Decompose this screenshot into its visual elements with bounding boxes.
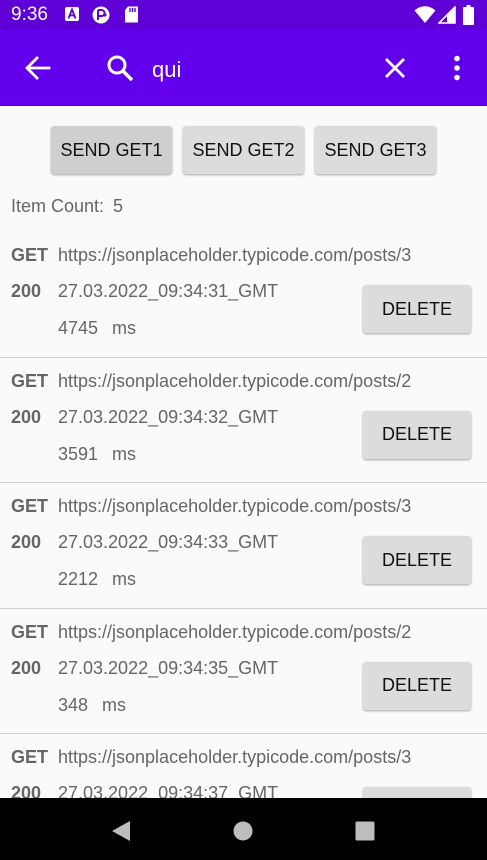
response-status: 200 (11, 783, 42, 798)
duration-unit: ms (112, 318, 136, 338)
request-duration: 348 (58, 694, 89, 715)
request-duration: 4745 (58, 318, 99, 338)
request-method: GET (11, 245, 49, 265)
list-item: GET https://jsonplaceholder.typicode.com… (0, 609, 487, 734)
more-vert-icon[interactable] (452, 55, 462, 81)
duration-unit: ms (102, 694, 126, 715)
navigation-bar (0, 798, 487, 860)
nav-home-icon[interactable] (233, 821, 253, 841)
list-item: GET https://jsonplaceholder.typicode.com… (0, 734, 487, 798)
app-notification-icon (92, 6, 110, 24)
request-url: https://jsonplaceholder.typicode.com/pos… (58, 621, 412, 642)
request-duration: 2212 (58, 569, 99, 589)
clear-icon[interactable] (384, 57, 406, 79)
request-method: GET (11, 370, 49, 391)
request-timestamp: 27.03.2022_09:34:32_GMT (58, 406, 279, 427)
request-list[interactable]: GET https://jsonplaceholder.typicode.com… (0, 232, 487, 798)
request-timestamp: 27.03.2022_09:34:35_GMT (58, 657, 279, 678)
duration-unit: ms (112, 569, 136, 589)
status-bar: 9:36 (0, 0, 487, 30)
sd-card-icon (125, 6, 138, 23)
request-method: GET (11, 621, 49, 642)
request-url: https://jsonplaceholder.typicode.com/pos… (58, 496, 412, 516)
request-url: https://jsonplaceholder.typicode.com/pos… (58, 747, 412, 767)
delete-button[interactable]: DELETE (363, 285, 471, 333)
nav-back-icon[interactable] (110, 820, 132, 842)
item-count: Item Count: 5 (11, 196, 123, 217)
response-status: 200 (11, 657, 42, 678)
request-timestamp: 27.03.2022_09:34:37_GMT (58, 783, 279, 798)
send-get1-button[interactable]: SEND GET1 (51, 126, 172, 174)
list-item: GET https://jsonplaceholder.typicode.com… (0, 232, 487, 358)
delete-button[interactable]: DELETE (363, 536, 471, 584)
delete-button[interactable]: DELETE (363, 661, 471, 710)
duration-unit: ms (112, 443, 136, 464)
signal-icon (438, 6, 456, 24)
response-status: 200 (11, 532, 42, 552)
a-notification-icon (65, 7, 79, 21)
item-count-label: Item Count: (11, 196, 105, 216)
request-url: https://jsonplaceholder.typicode.com/pos… (58, 245, 412, 265)
request-method: GET (11, 496, 49, 516)
battery-icon (463, 5, 474, 25)
request-duration: 3591 (58, 443, 99, 464)
delete-button[interactable]: DELETE (363, 410, 471, 459)
request-timestamp: 27.03.2022_09:34:31_GMT (58, 281, 279, 301)
search-icon (107, 55, 134, 82)
delete-button[interactable] (363, 787, 471, 798)
response-status: 200 (11, 281, 42, 301)
item-count-value: 5 (113, 196, 124, 216)
list-item: GET https://jsonplaceholder.typicode.com… (0, 358, 487, 483)
request-timestamp: 27.03.2022_09:34:33_GMT (58, 532, 279, 552)
list-item: GET https://jsonplaceholder.typicode.com… (0, 483, 487, 609)
request-url: https://jsonplaceholder.typicode.com/pos… (58, 370, 412, 391)
back-arrow-icon[interactable] (25, 56, 51, 80)
send-get3-button[interactable]: SEND GET3 (315, 126, 436, 174)
response-status: 200 (11, 406, 42, 427)
send-get2-button[interactable]: SEND GET2 (183, 126, 304, 174)
status-time: 9:36 (11, 4, 48, 25)
nav-recents-icon[interactable] (355, 821, 375, 841)
search-input[interactable] (152, 55, 372, 85)
wifi-icon (414, 6, 436, 23)
request-method: GET (11, 747, 49, 767)
